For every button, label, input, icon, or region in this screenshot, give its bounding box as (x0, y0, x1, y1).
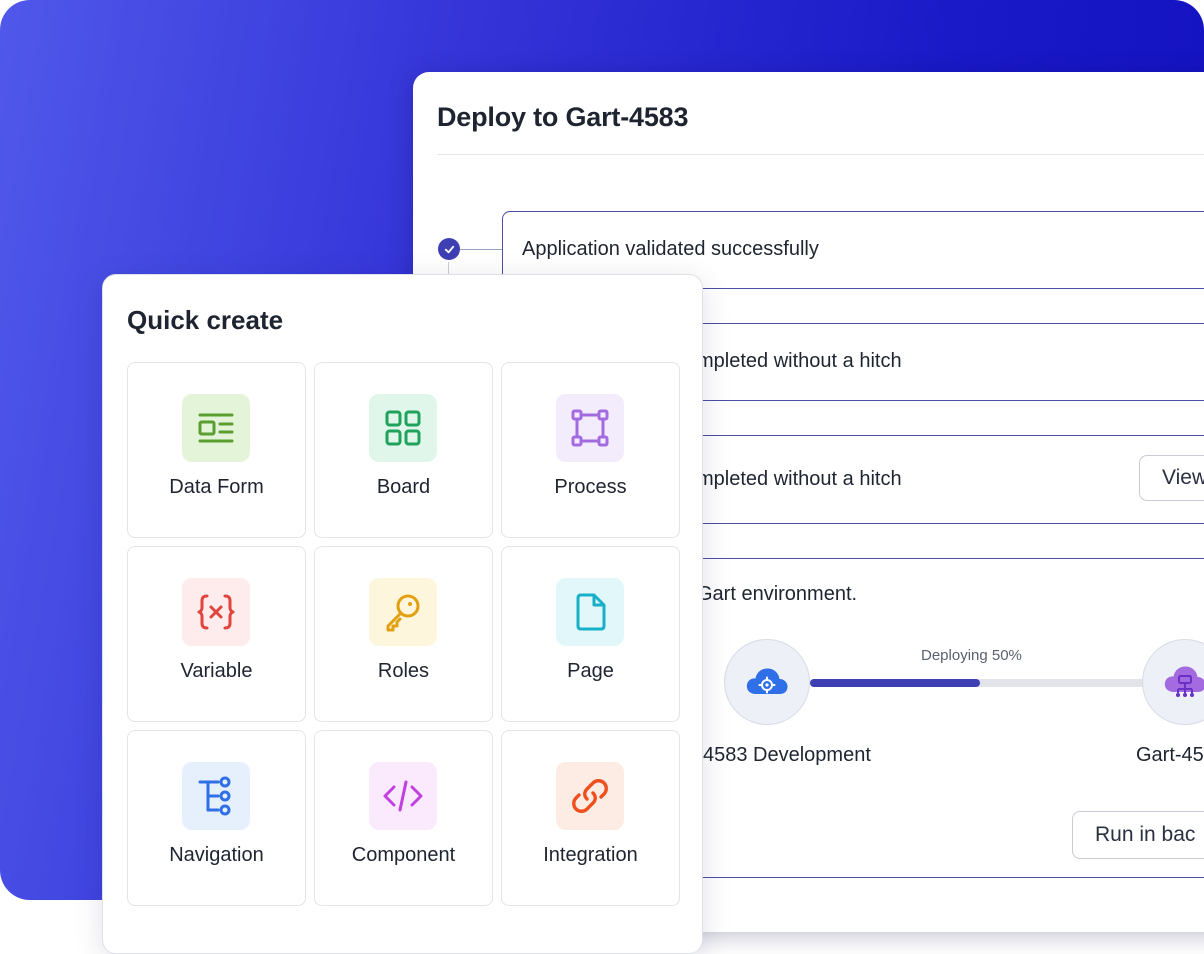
tile-data-form[interactable]: Data Form (127, 362, 306, 538)
navigation-icon (182, 762, 250, 830)
step-text: mpleted without a hitch (697, 468, 902, 490)
tile-label: Page (567, 660, 614, 682)
step-text: Application validated successfully (522, 238, 819, 260)
check-icon (438, 238, 460, 260)
tile-label: Board (376, 476, 431, 498)
tile-label: Navigation (169, 844, 264, 866)
divider (437, 154, 1204, 155)
source-environment-label: 4583 Development (703, 744, 871, 766)
page-icon (556, 578, 624, 646)
progress-label: Deploying 50% (921, 647, 1022, 664)
tile-label: Data Form (169, 476, 264, 498)
deploy-title: Deploy to Gart-4583 (437, 102, 689, 132)
progress-fill (810, 679, 980, 687)
tile-label: Integration (543, 844, 638, 866)
step-text: Gart environment. (697, 583, 858, 605)
timeline-connector (459, 249, 503, 250)
tile-label: Component (351, 844, 456, 866)
tile-integration[interactable]: Integration (501, 730, 680, 906)
cloud-network-icon (1164, 666, 1204, 697)
view-button[interactable]: View (1139, 455, 1204, 501)
tile-page[interactable]: Page (501, 546, 680, 722)
cloud-gear-icon (746, 668, 788, 694)
quick-create-title: Quick create (127, 305, 284, 335)
tile-variable[interactable]: Variable (127, 546, 306, 722)
tile-roles[interactable]: Roles (314, 546, 493, 722)
tile-label: Process (554, 476, 627, 498)
target-environment-label: Gart-45 (1136, 744, 1204, 766)
key-icon (369, 578, 437, 646)
quick-create-panel: Quick create Data Form Board Process Var… (102, 274, 703, 954)
tile-label: Roles (377, 660, 430, 682)
code-icon (369, 762, 437, 830)
board-icon (369, 394, 437, 462)
source-environment-node (724, 639, 810, 725)
tile-board[interactable]: Board (314, 362, 493, 538)
process-icon (556, 394, 624, 462)
progress-track (810, 679, 1150, 687)
tile-navigation[interactable]: Navigation (127, 730, 306, 906)
step-text: mpleted without a hitch (697, 350, 902, 372)
data-form-icon (182, 394, 250, 462)
tile-process[interactable]: Process (501, 362, 680, 538)
link-icon (556, 762, 624, 830)
run-in-background-button[interactable]: Run in bac (1072, 811, 1204, 859)
tile-label: Variable (180, 660, 253, 682)
tile-component[interactable]: Component (314, 730, 493, 906)
variable-icon (182, 578, 250, 646)
